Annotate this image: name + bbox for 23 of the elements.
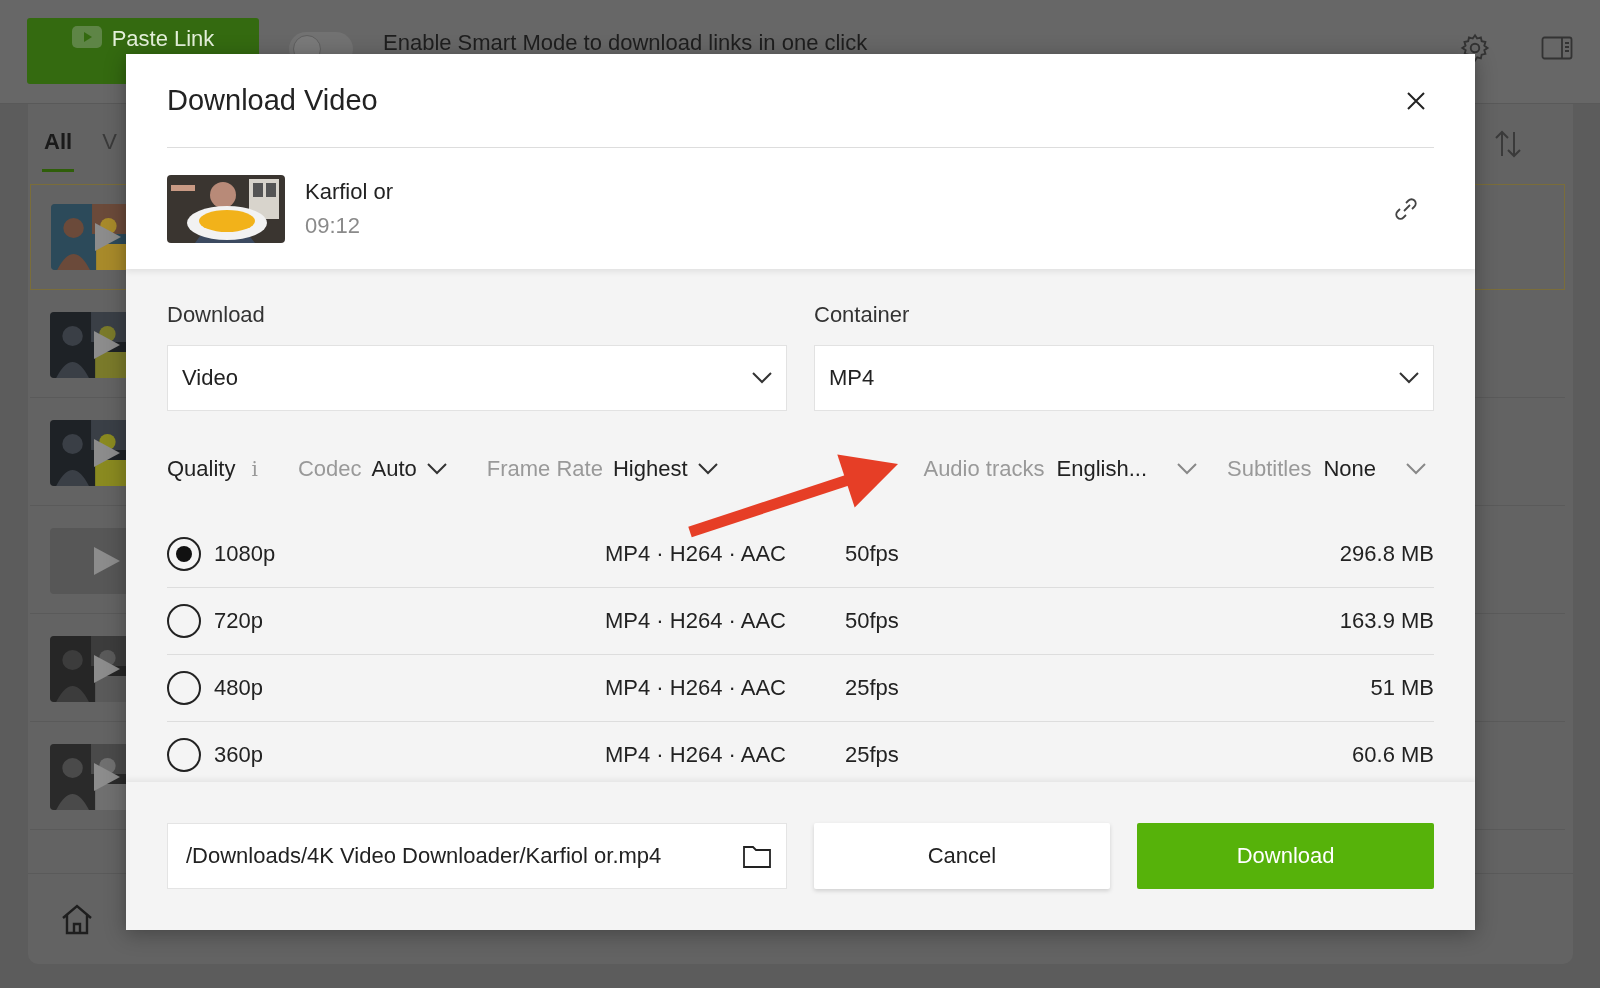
fps-label: 50fps — [845, 608, 900, 634]
resolution-label: 720p — [214, 608, 264, 634]
codec-label: MP4 · H264 · AAC — [605, 742, 787, 768]
codec-label: MP4 · H264 · AAC — [605, 608, 787, 634]
size-label: 60.6 MB — [1352, 742, 1434, 768]
video-title: Karfiol or — [305, 178, 395, 205]
fps-label: 50fps — [845, 541, 900, 567]
size-label: 163.9 MB — [1339, 608, 1434, 634]
resolution-label: 360p — [214, 742, 264, 768]
video-duration: 09:12 — [305, 212, 362, 239]
quality-label: Quality — [167, 456, 236, 482]
smart-mode-label: Enable Smart Mode to download links in one click — [383, 30, 868, 56]
codec-label: MP4 · H264 · AAC — [605, 541, 787, 567]
fps-label: 25fps — [845, 675, 900, 701]
field-label: Download — [167, 302, 266, 328]
fps-label: 25fps — [845, 742, 900, 768]
size-label: 296.8 MB — [1339, 541, 1434, 567]
size-label: 51 MB — [1370, 675, 1434, 701]
field-label: Container — [814, 302, 911, 328]
codec-label: MP4 · H264 · AAC — [605, 675, 787, 701]
resolution-label: 1080p — [214, 541, 277, 567]
resolution-label: 480p — [214, 675, 264, 701]
dialog-title: Download Video — [167, 84, 378, 117]
